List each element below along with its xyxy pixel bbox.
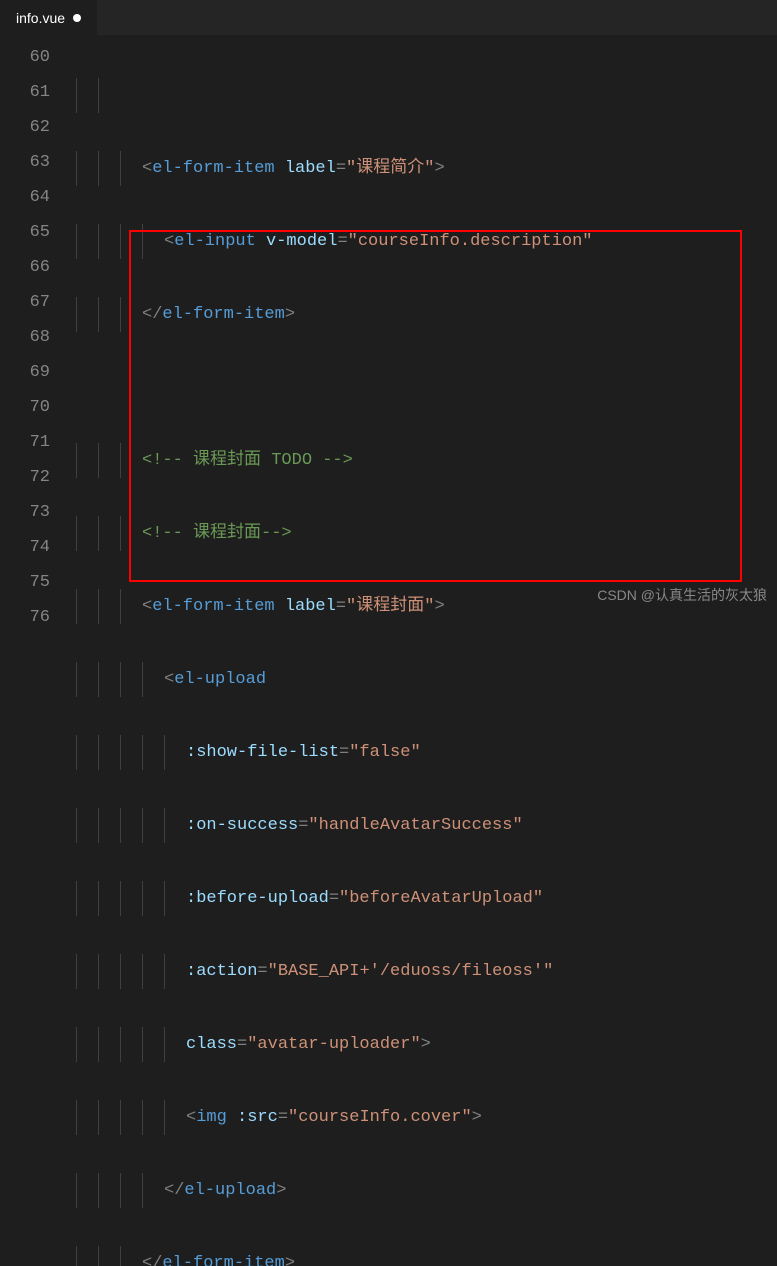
code-line: <el-form-item label="课程简介"> — [72, 151, 777, 186]
line-number: 63 — [0, 145, 72, 180]
editor: 60 61 62 63 64 65 66 67 68 69 70 71 72 7… — [0, 36, 777, 633]
code-line: <img :src="courseInfo.cover"> — [72, 1100, 777, 1135]
tab-bar: info.vue — [0, 0, 777, 36]
tab-filename: info.vue — [16, 10, 65, 26]
line-number: 76 — [0, 600, 72, 635]
line-number: 64 — [0, 180, 72, 215]
line-number: 61 — [0, 75, 72, 110]
code-line — [72, 370, 777, 405]
code-line — [72, 78, 777, 113]
code-line: <!-- 课程封面 TODO --> — [72, 443, 777, 478]
line-number: 73 — [0, 495, 72, 530]
code-line: </el-form-item> — [72, 297, 777, 332]
line-number: 66 — [0, 250, 72, 285]
line-number: 65 — [0, 215, 72, 250]
line-number: 72 — [0, 460, 72, 495]
line-number: 60 — [0, 40, 72, 75]
code-line: :action="BASE_API+'/eduoss/fileoss'" — [72, 954, 777, 989]
code-line: </el-form-item> — [72, 1246, 777, 1266]
line-number: 68 — [0, 320, 72, 355]
line-number: 70 — [0, 390, 72, 425]
line-number: 71 — [0, 425, 72, 460]
line-number: 75 — [0, 565, 72, 600]
line-number: 74 — [0, 530, 72, 565]
line-number: 67 — [0, 285, 72, 320]
line-number: 62 — [0, 110, 72, 145]
code-line: </el-upload> — [72, 1173, 777, 1208]
dirty-indicator-icon — [73, 14, 81, 22]
code-line: :on-success="handleAvatarSuccess" — [72, 808, 777, 843]
code-line: <!-- 课程封面--> — [72, 516, 777, 551]
code-line: class="avatar-uploader"> — [72, 1027, 777, 1062]
line-number: 69 — [0, 355, 72, 390]
code-line: <el-input v-model="courseInfo.descriptio… — [72, 224, 777, 259]
watermark: CSDN @认真生活的灰太狼 — [597, 585, 767, 605]
code-line: :show-file-list="false" — [72, 735, 777, 770]
code-line: :before-upload="beforeAvatarUpload" — [72, 881, 777, 916]
code-area[interactable]: <el-form-item label="课程简介"> <el-input v-… — [72, 36, 777, 633]
code-line: <el-upload — [72, 662, 777, 697]
file-tab[interactable]: info.vue — [0, 0, 97, 36]
line-number-gutter: 60 61 62 63 64 65 66 67 68 69 70 71 72 7… — [0, 36, 72, 633]
